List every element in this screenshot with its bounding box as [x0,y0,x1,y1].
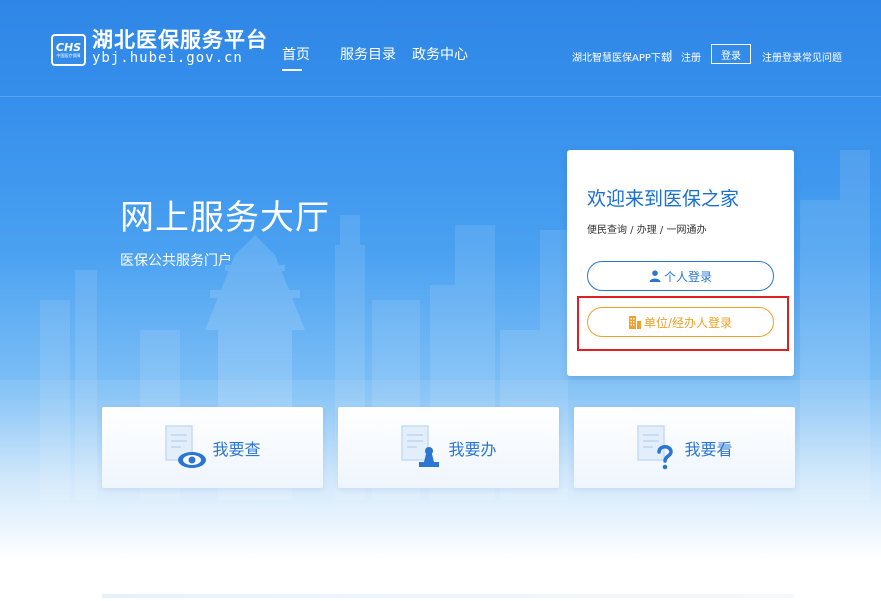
service-query-label: 我要查 [212,439,261,459]
service-view-label: 我要看 [684,439,733,459]
service-card-handle[interactable]: 我要办 [338,407,559,488]
app-download-link[interactable]: 湖北智慧医保APP下载 [572,49,671,64]
personal-login-button[interactable]: 个人登录 [587,261,774,291]
document-stamp-icon [401,424,440,467]
welcome-tagline: 便民查询 / 办理 / 一网通办 [587,225,707,236]
nav-government-center[interactable]: 政务中心 [412,44,468,64]
welcome-title: 欢迎来到医保之家 [587,188,740,210]
document-eye-icon [165,424,207,468]
login-button[interactable]: 登录 [711,44,751,64]
content-divider [102,594,794,598]
register-faq-link[interactable]: 注册登录常见问题 [762,49,842,64]
nav-active-indicator [282,69,302,71]
hero-title: 网上服务大厅 [120,198,330,238]
document-question-icon [637,424,674,469]
register-link[interactable]: 注册 [681,49,701,64]
chs-logo[interactable]: CHS 中国医疗保障 [51,34,86,66]
nav-service-catalog[interactable]: 服务目录 [340,44,396,64]
person-icon [649,270,661,282]
service-card-view[interactable]: 我要看 [574,407,795,488]
logo-subtext: 中国医疗保障 [56,53,81,58]
service-card-query[interactable]: 我要查 [102,407,323,488]
header-separator: | [669,48,673,61]
logo-text: CHS [55,41,82,54]
hero-subtitle: 医保公共服务门户 [120,253,232,269]
unit-login-highlight [577,296,789,351]
top-header: CHS 中国医疗保障 湖北医保服务平台 ybj.hubei.gov.cn 首页 … [0,0,881,97]
personal-login-label: 个人登录 [663,269,712,284]
service-handle-label: 我要办 [448,439,497,459]
nav-home[interactable]: 首页 [282,44,310,64]
site-domain: ybj.hubei.gov.cn [92,50,243,66]
